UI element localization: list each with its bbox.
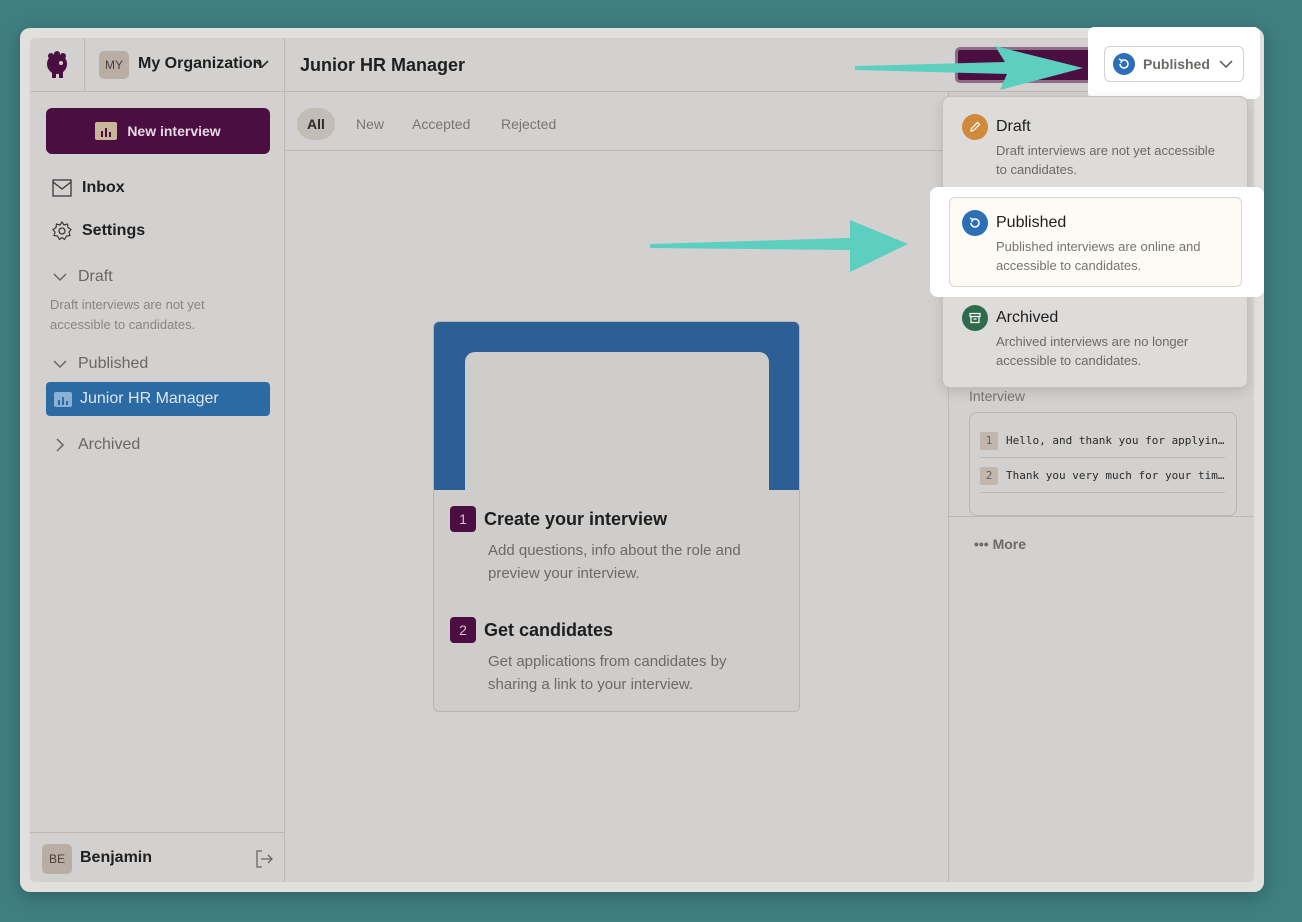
question-text: Hello, and thank you for applyin… bbox=[1006, 434, 1225, 447]
step-title: Get candidates bbox=[484, 620, 614, 640]
archive-icon bbox=[962, 305, 988, 331]
interview-icon bbox=[95, 122, 118, 140]
step-number: 2 bbox=[450, 617, 476, 643]
question-text: Thank you very much for your tim… bbox=[1006, 469, 1225, 482]
user-bar: BE Benjamin bbox=[30, 832, 285, 882]
status-label: Published bbox=[1143, 56, 1210, 72]
sidebar-item-settings[interactable]: Settings bbox=[52, 221, 145, 241]
step-number: 1 bbox=[450, 506, 476, 532]
logout-icon[interactable] bbox=[254, 849, 274, 869]
tab-new[interactable]: New bbox=[346, 108, 394, 140]
list-item[interactable]: 1 Hello, and thank you for applyin… bbox=[980, 424, 1225, 458]
more-button[interactable]: ••• More bbox=[974, 536, 1026, 552]
step-description: Get applications from candidates by shar… bbox=[488, 653, 727, 693]
chevron-down-icon bbox=[53, 360, 67, 369]
menu-item-published-title[interactable]: Published bbox=[996, 214, 1066, 232]
chevron-down-icon bbox=[1219, 60, 1233, 69]
annotation-arrow-icon bbox=[650, 220, 908, 272]
new-interview-label: New interview bbox=[127, 123, 221, 139]
menu-item-description: Draft interviews are not yet accessible … bbox=[996, 143, 1215, 177]
pencil-icon bbox=[962, 114, 988, 140]
logo-icon[interactable] bbox=[42, 50, 72, 80]
interview-questions[interactable]: 1 Hello, and thank you for applyin… 2 Th… bbox=[969, 412, 1237, 516]
sidebar: MY My Organization New interview Inbox S… bbox=[30, 38, 285, 882]
gear-icon bbox=[52, 221, 72, 241]
chevron-right-icon bbox=[56, 438, 65, 452]
section-label: Draft bbox=[78, 268, 113, 285]
status-dropdown-button[interactable]: Published bbox=[1104, 46, 1244, 82]
menu-item-archived[interactable]: Archived bbox=[996, 309, 1058, 327]
list-item[interactable]: 2 Thank you very much for your tim… bbox=[980, 459, 1225, 493]
org-avatar[interactable]: MY bbox=[99, 51, 129, 79]
onboarding-card: 1 Create your interview Add questions, i… bbox=[433, 321, 800, 712]
sidebar-item-label: Settings bbox=[82, 222, 146, 239]
tab-accepted[interactable]: Accepted bbox=[402, 108, 480, 140]
sidebar-item-label: Inbox bbox=[82, 179, 125, 196]
sidebar-item-junior-hr-manager[interactable]: Junior HR Manager bbox=[46, 382, 270, 416]
interview-label: Interview bbox=[969, 388, 1026, 404]
org-switcher[interactable]: My Organization bbox=[138, 55, 262, 73]
section-label: Published bbox=[78, 355, 149, 372]
avatar[interactable]: BE bbox=[42, 844, 72, 874]
page-title: Junior HR Manager bbox=[300, 55, 466, 75]
user-name[interactable]: Benjamin bbox=[80, 849, 152, 867]
step-title: Create your interview bbox=[484, 509, 668, 529]
filter-tabs: All New Accepted Rejected bbox=[285, 92, 948, 151]
menu-item-draft[interactable]: Draft bbox=[996, 118, 1031, 136]
section-draft[interactable]: Draft bbox=[52, 268, 113, 286]
card-illustration bbox=[434, 322, 799, 492]
annotation-arrow-icon bbox=[855, 46, 1083, 90]
step-description: Add questions, info about the role and p… bbox=[488, 542, 741, 582]
divider bbox=[949, 516, 1254, 517]
menu-item-description: Archived interviews are no longer access… bbox=[996, 334, 1189, 368]
section-published[interactable]: Published bbox=[52, 355, 148, 373]
section-description: Draft interviews are not yet accessible … bbox=[50, 297, 205, 332]
interview-icon bbox=[54, 391, 72, 407]
section-archived[interactable]: Archived bbox=[52, 436, 140, 454]
section-label: Archived bbox=[78, 436, 141, 453]
divider bbox=[84, 38, 85, 92]
chevron-down-icon bbox=[53, 273, 67, 282]
sidebar-item-label: Junior HR Manager bbox=[80, 390, 219, 407]
question-number: 1 bbox=[980, 431, 998, 450]
card-illustration-inner bbox=[465, 352, 769, 492]
chevron-down-icon[interactable] bbox=[254, 58, 270, 70]
inbox-icon bbox=[52, 179, 72, 197]
published-icon bbox=[962, 210, 988, 236]
published-icon bbox=[1113, 53, 1135, 75]
tab-all[interactable]: All bbox=[297, 108, 335, 140]
sidebar-item-inbox[interactable]: Inbox bbox=[52, 179, 125, 197]
new-interview-button[interactable]: New interview bbox=[46, 108, 270, 154]
menu-item-description: Published interviews are online and acce… bbox=[996, 239, 1201, 273]
question-number: 2 bbox=[980, 466, 998, 485]
sidebar-header: MY My Organization bbox=[30, 38, 285, 92]
tab-rejected[interactable]: Rejected bbox=[491, 108, 566, 140]
